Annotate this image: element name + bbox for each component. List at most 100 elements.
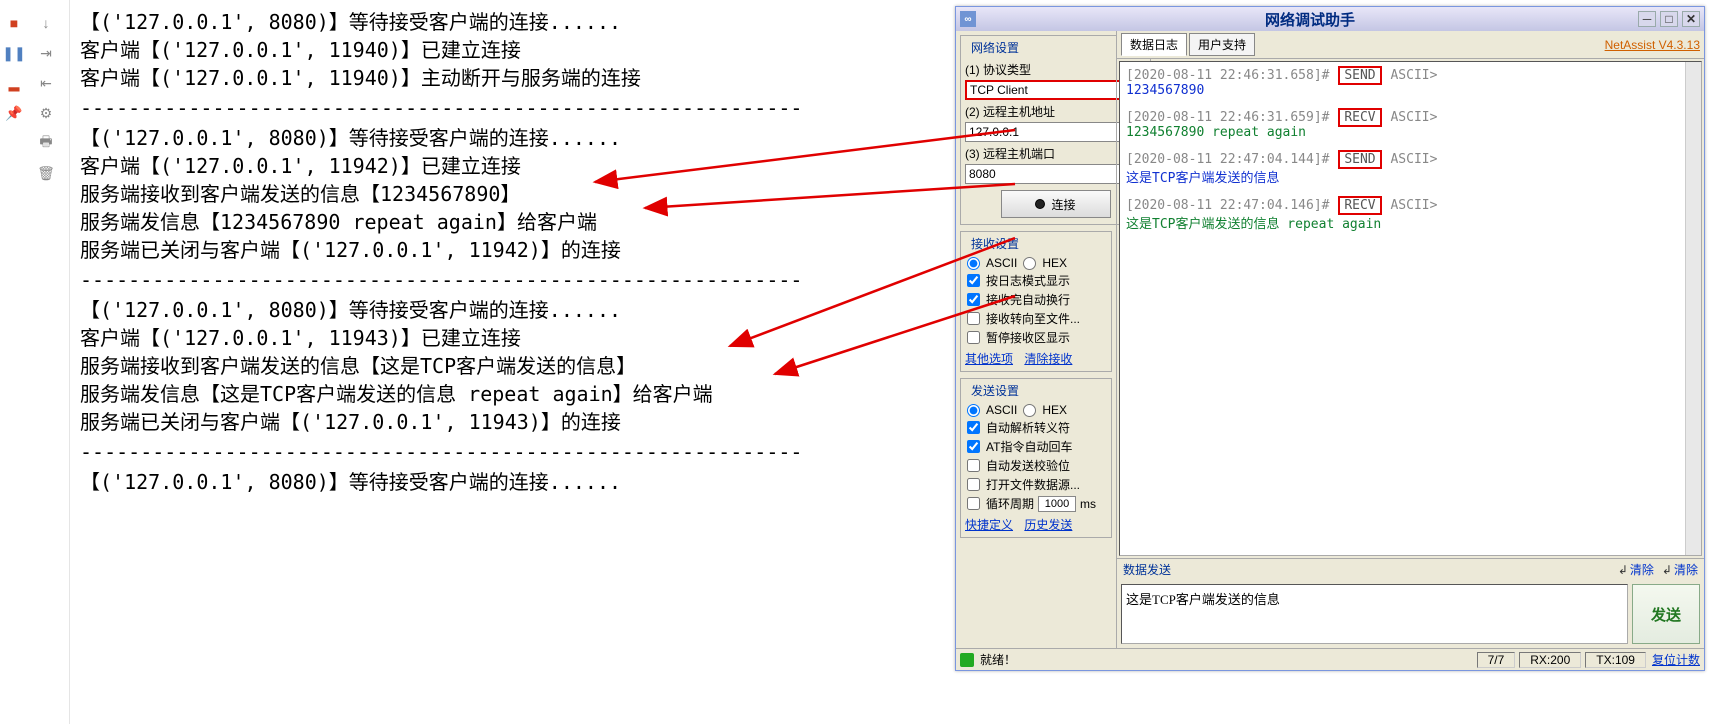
direction-tag: SEND	[1338, 150, 1381, 169]
status-ready: 就绪！	[980, 651, 1016, 668]
dot-icon	[1035, 199, 1045, 209]
recv-hex-radio[interactable]	[1023, 257, 1036, 270]
recv-checkbox[interactable]	[967, 274, 980, 287]
print-icon[interactable]: 🖶	[35, 132, 57, 154]
titlebar: ∞ 网络调试助手 ─ □ ✕	[956, 7, 1704, 31]
log-line: 【('127.0.0.1', 8080)】等待接受客户端的连接......	[80, 8, 845, 36]
recv-option[interactable]: 按日志模式显示	[965, 272, 1107, 289]
timestamp: [2020-08-11 22:46:31.659]#	[1126, 110, 1337, 125]
receive-settings: 接收设置 ASCII HEX 按日志模式显示接收完自动换行接收转向至文件...暂…	[960, 231, 1112, 372]
log-line: 服务端接收到客户端发送的信息【1234567890】	[80, 180, 845, 208]
close-button[interactable]: ✕	[1682, 11, 1700, 27]
send-option[interactable]: 自动解析转义符	[965, 419, 1107, 436]
log-box[interactable]: [2020-08-11 22:46:31.658]# SEND ASCII>12…	[1119, 61, 1702, 556]
tabs: 数据日志 用户支持 NetAssist V4.3.13	[1117, 31, 1704, 59]
connect-button[interactable]: 连接	[1001, 190, 1111, 218]
net-legend: 网络设置	[969, 39, 1021, 56]
stop-icon[interactable]: ▂	[3, 72, 25, 94]
separator: ----------------------------------------…	[80, 266, 845, 294]
log-entry: [2020-08-11 22:46:31.658]# SEND ASCII>12…	[1126, 68, 1695, 98]
quick-def-link[interactable]: 快捷定义	[965, 518, 1013, 532]
left-toolbar: ■ ❚❚ ▂ 📌 ↓ ⇥ ⇤ ⚙ 🖶 🗑	[0, 0, 70, 724]
log-line: 服务端已关闭与客户端【('127.0.0.1', 11943)】的连接	[80, 408, 845, 436]
direction-tag: SEND	[1338, 66, 1381, 85]
log-line: 【('127.0.0.1', 8080)】等待接受客户端的连接......	[80, 468, 845, 496]
send-button[interactable]: 发送	[1632, 584, 1700, 644]
protocol-select[interactable]	[965, 80, 1130, 100]
log-entry: [2020-08-11 22:46:31.659]# RECV ASCII>12…	[1126, 110, 1695, 140]
trash-icon[interactable]: 🗑	[35, 162, 57, 184]
recv-ascii-radio[interactable]	[967, 257, 980, 270]
timestamp: [2020-08-11 22:47:04.144]#	[1126, 152, 1337, 167]
console-output: 【('127.0.0.1', 8080)】等待接受客户端的连接......客户端…	[80, 8, 845, 496]
step-in-icon[interactable]: ⇥	[35, 42, 57, 64]
send-legend2: 数据发送	[1123, 561, 1171, 578]
minimize-button[interactable]: ─	[1638, 11, 1656, 27]
scrollbar[interactable]	[1685, 62, 1701, 555]
log-line: 客户端【('127.0.0.1', 11942)】已建立连接	[80, 152, 845, 180]
status-icon	[960, 653, 974, 667]
log-line: 客户端【('127.0.0.1', 11940)】主动断开与服务端的连接	[80, 64, 845, 92]
history-send-link[interactable]: 历史发送	[1024, 518, 1072, 532]
step-out-icon[interactable]: ⇤	[35, 72, 57, 94]
log-entry: [2020-08-11 22:47:04.144]# SEND ASCII>这是…	[1126, 152, 1695, 186]
send-option[interactable]: 打开文件数据源...	[965, 476, 1107, 493]
log-line: 客户端【('127.0.0.1', 11940)】已建立连接	[80, 36, 845, 64]
separator: ----------------------------------------…	[80, 438, 845, 466]
recv-checkbox[interactable]	[967, 293, 980, 306]
send-option[interactable]: 自动发送校验位	[965, 457, 1107, 474]
right-panel: 数据日志 用户支持 NetAssist V4.3.13 [2020-08-11 …	[1116, 31, 1704, 648]
log-body: 1234567890	[1126, 83, 1204, 98]
clear-link-1[interactable]: ↲清除	[1618, 561, 1654, 578]
tab-data-log[interactable]: 数据日志	[1121, 33, 1187, 56]
other-options-link[interactable]: 其他选项	[965, 352, 1013, 366]
arrow-down-icon[interactable]: ↓	[35, 12, 57, 34]
timestamp: [2020-08-11 22:47:04.146]#	[1126, 198, 1337, 213]
recv-option[interactable]: 接收转向至文件...	[965, 310, 1107, 327]
status-rx: RX:200	[1519, 652, 1581, 668]
send-option[interactable]: AT指令自动回车	[965, 438, 1107, 455]
separator: ----------------------------------------…	[80, 94, 845, 122]
log-line: 服务端发信息【1234567890 repeat again】给客户端	[80, 208, 845, 236]
log-line: 【('127.0.0.1', 8080)】等待接受客户端的连接......	[80, 296, 845, 324]
recv-option[interactable]: 暂停接收区显示	[965, 329, 1107, 346]
send-ascii-radio[interactable]	[967, 404, 980, 417]
send-option[interactable]: 循环周期 ms	[965, 495, 1107, 512]
recv-checkbox[interactable]	[967, 312, 980, 325]
reset-counter-link[interactable]: 复位计数	[1652, 651, 1700, 668]
tab-user-support[interactable]: 用户支持	[1189, 33, 1255, 56]
recv-checkbox[interactable]	[967, 331, 980, 344]
recv-option[interactable]: 接收完自动换行	[965, 291, 1107, 308]
send-checkbox[interactable]	[967, 478, 980, 491]
cycle-input[interactable]	[1038, 496, 1076, 512]
window-title: 网络调试助手	[982, 9, 1638, 30]
log-line: 服务端接收到客户端发送的信息【这是TCP客户端发送的信息】	[80, 352, 845, 380]
log-line: 服务端发信息【这是TCP客户端发送的信息 repeat again】给客户端	[80, 380, 845, 408]
send-settings: 发送设置 ASCII HEX 自动解析转义符AT指令自动回车自动发送校验位打开文…	[960, 378, 1112, 538]
send-hex-radio[interactable]	[1023, 404, 1036, 417]
cycle-checkbox[interactable]	[967, 497, 980, 510]
log-body: 这是TCP客户端发送的信息	[1126, 171, 1279, 186]
log-body: 这是TCP客户端发送的信息 repeat again	[1126, 217, 1381, 232]
pause-icon[interactable]: ❚❚	[3, 42, 25, 64]
app-icon: ∞	[960, 11, 976, 27]
send-checkbox[interactable]	[967, 459, 980, 472]
send-checkbox[interactable]	[967, 440, 980, 453]
send-input[interactable]	[1121, 584, 1628, 644]
clear-link-2[interactable]: ↲清除	[1662, 561, 1698, 578]
connect-label: 连接	[1051, 196, 1075, 213]
direction-tag: RECV	[1338, 108, 1381, 127]
send-section: 数据发送 ↲清除 ↲清除 发送	[1117, 558, 1704, 648]
settings-icon[interactable]: ⚙	[35, 102, 57, 124]
status-count: 7/7	[1477, 652, 1516, 668]
version-link[interactable]: NetAssist V4.3.13	[1605, 38, 1700, 52]
recv-legend: 接收设置	[969, 235, 1021, 252]
host-input[interactable]	[965, 122, 1130, 142]
send-checkbox[interactable]	[967, 421, 980, 434]
maximize-button[interactable]: □	[1660, 11, 1678, 27]
statusbar: 就绪！ 7/7 RX:200 TX:109 复位计数	[956, 648, 1704, 670]
pin-icon[interactable]: 📌	[3, 102, 25, 124]
record-icon[interactable]: ■	[3, 12, 25, 34]
log-line: 客户端【('127.0.0.1', 11943)】已建立连接	[80, 324, 845, 352]
clear-recv-link[interactable]: 清除接收	[1024, 352, 1072, 366]
